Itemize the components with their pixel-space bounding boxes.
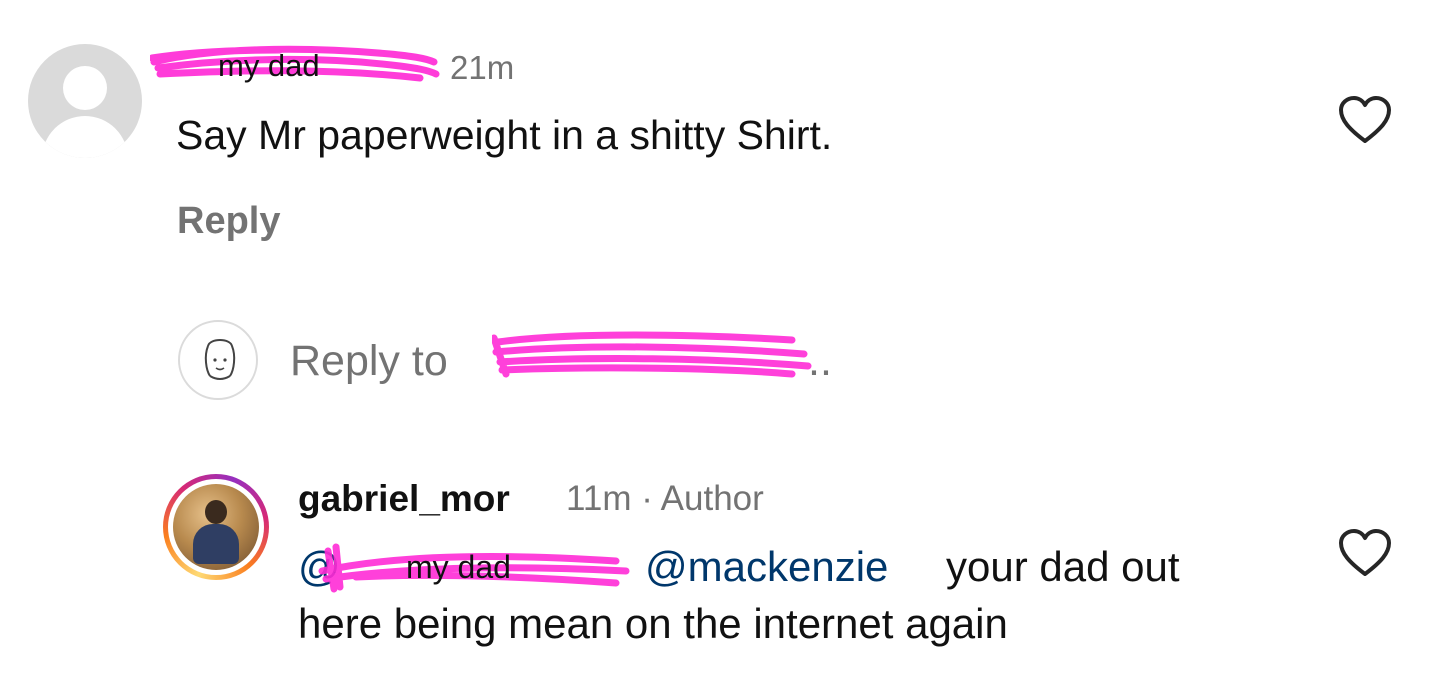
redaction-label: my dad	[218, 48, 320, 83]
face-sketch-icon	[204, 339, 236, 380]
comment-text: Say Mr paperweight in a shitty Shirt.	[176, 112, 833, 158]
author-username[interactable]: gabriel_mor	[298, 478, 510, 520]
photo-person-head	[205, 500, 227, 524]
comment-timestamp: 21m	[450, 49, 515, 86]
photo-person-body	[193, 524, 239, 564]
commenter-avatar[interactable]	[28, 44, 142, 158]
reply-button[interactable]: Reply	[177, 200, 280, 243]
truncation-ellipsis: ..	[808, 337, 832, 385]
comment-text: your dad out	[946, 543, 1180, 590]
redaction-scribble	[492, 331, 812, 378]
heart-icon[interactable]	[1337, 528, 1393, 578]
default-avatar-body	[42, 116, 128, 158]
heart-icon[interactable]	[1337, 95, 1393, 145]
mention-link[interactable]: @mackenzie	[645, 543, 888, 591]
author-photo	[173, 484, 259, 570]
commenter-username-redacted[interactable]: my dad	[150, 44, 440, 88]
redaction-label: my dad	[406, 549, 511, 585]
default-avatar-head	[63, 66, 107, 110]
current-user-avatar	[178, 320, 258, 400]
reply-input-placeholder[interactable]: Reply to	[290, 337, 448, 386]
comment-text-continued: here being mean on the internet again	[298, 600, 1008, 647]
author-avatar[interactable]	[163, 474, 269, 580]
comment-text-line: @ my dad @mackenzie your dad out	[298, 543, 1258, 593]
comment-meta: 11m · Author	[566, 479, 764, 518]
